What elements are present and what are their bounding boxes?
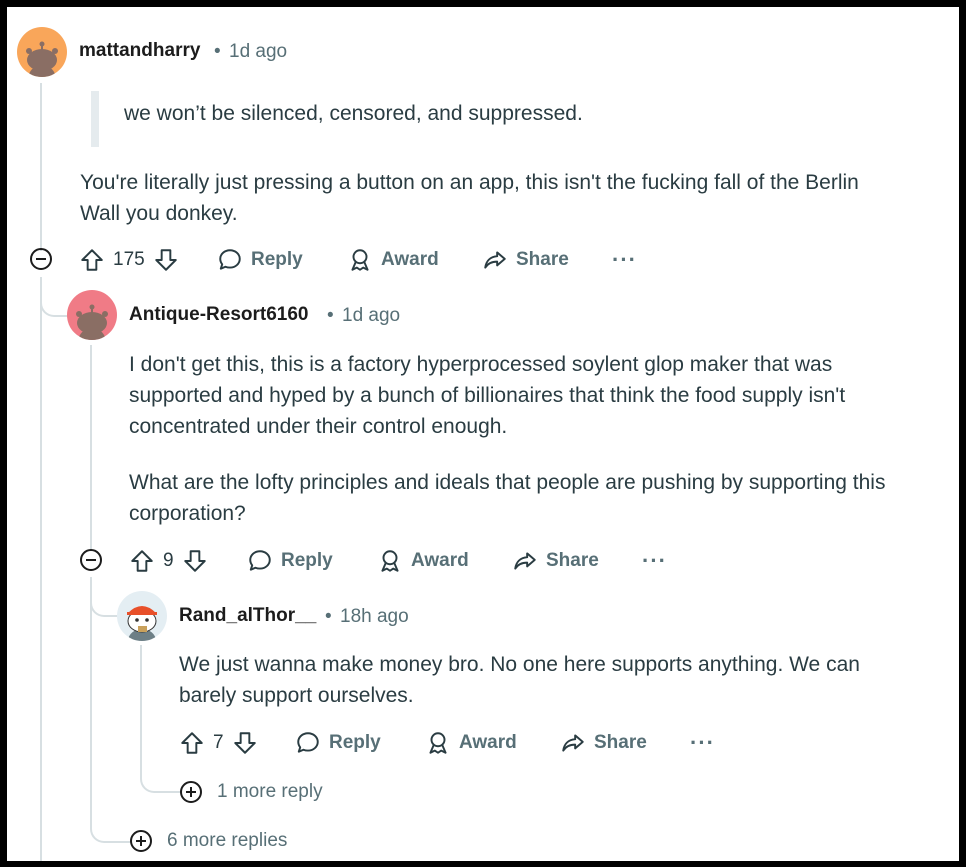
speech-bubble-icon bbox=[219, 249, 241, 270]
vote-group: 7 bbox=[179, 730, 258, 756]
award-button[interactable]: Award bbox=[347, 247, 439, 273]
thread-elbow-more1 bbox=[140, 727, 180, 793]
comment-body-line: I don't get this, this is a factory hype… bbox=[129, 353, 833, 376]
vote-group: 9 bbox=[129, 548, 208, 574]
share-button[interactable]: Share bbox=[482, 247, 569, 273]
award-label: Award bbox=[411, 550, 469, 571]
collapse-icon bbox=[30, 248, 52, 270]
reply-label: Reply bbox=[329, 732, 381, 753]
snoo-avatar-icon bbox=[127, 606, 157, 641]
reply-button[interactable]: Reply bbox=[217, 247, 303, 273]
speech-bubble-icon bbox=[249, 550, 271, 571]
reply-button[interactable]: Reply bbox=[295, 730, 381, 756]
share-label: Share bbox=[546, 550, 599, 571]
share-icon bbox=[514, 552, 536, 570]
upvote-icon[interactable] bbox=[129, 548, 155, 574]
vote-group: 175 bbox=[79, 247, 179, 273]
more-replies-label: 6 more replies bbox=[167, 830, 288, 851]
vote-score: 9 bbox=[163, 550, 174, 571]
collapse-button[interactable] bbox=[79, 548, 103, 577]
share-button[interactable]: Share bbox=[560, 730, 647, 756]
award-icon bbox=[351, 249, 369, 271]
downvote-icon[interactable] bbox=[182, 548, 208, 574]
award-button[interactable]: Award bbox=[377, 548, 469, 574]
blockquote-bar bbox=[91, 91, 99, 147]
thread-line-root[interactable] bbox=[40, 83, 42, 251]
expand-plus-icon bbox=[180, 781, 202, 803]
more-options-button[interactable]: ··· bbox=[642, 548, 667, 574]
award-button[interactable]: Award bbox=[425, 730, 517, 756]
thread-line-root-lower[interactable] bbox=[40, 277, 42, 861]
comment-author[interactable]: mattandharry bbox=[79, 40, 200, 62]
share-label: Share bbox=[594, 732, 647, 753]
reply-label: Reply bbox=[251, 249, 303, 270]
award-label: Award bbox=[381, 249, 439, 270]
avatar[interactable] bbox=[17, 27, 67, 77]
collapse-icon bbox=[80, 549, 102, 571]
more-replies-label: 1 more reply bbox=[217, 781, 323, 802]
reply-label: Reply bbox=[281, 550, 333, 571]
thread-elbow-reply1 bbox=[40, 277, 70, 317]
comment-author[interactable]: Antique-Resort6160 bbox=[129, 304, 309, 326]
thread-line-reply1[interactable] bbox=[90, 345, 92, 551]
more-replies-nested-link[interactable]: 1 more reply bbox=[179, 780, 323, 804]
comment-body-line: concentrated under their control enough. bbox=[129, 415, 508, 438]
award-icon bbox=[381, 550, 399, 572]
vote-score: 175 bbox=[113, 249, 145, 270]
blockquote-text: we won’t be silenced, censored, and supp… bbox=[124, 102, 583, 125]
share-button[interactable]: Share bbox=[512, 548, 599, 574]
meta-separator: • bbox=[214, 41, 221, 62]
avatar[interactable] bbox=[117, 591, 167, 641]
comment-body-line: corporation? bbox=[129, 502, 246, 525]
comment-body-line: We just wanna make money bro. No one her… bbox=[179, 653, 860, 676]
comment-body-line: supported and hyped by a bunch of billio… bbox=[129, 384, 846, 407]
share-icon bbox=[484, 251, 506, 269]
avatar[interactable] bbox=[67, 290, 117, 340]
comment-body-line: Wall you donkey. bbox=[80, 202, 238, 225]
thread-elbow-reply2 bbox=[90, 577, 118, 617]
comment-body-line: You're literally just pressing a button … bbox=[80, 171, 859, 194]
reply-button[interactable]: Reply bbox=[247, 548, 333, 574]
comment-thread: mattandharry • 1d ago we won’t be silenc… bbox=[0, 0, 966, 867]
award-label: Award bbox=[459, 732, 517, 753]
collapse-button[interactable] bbox=[29, 247, 53, 276]
share-label: Share bbox=[516, 249, 569, 270]
more-options-button[interactable]: ··· bbox=[612, 247, 637, 273]
downvote-icon[interactable] bbox=[232, 730, 258, 756]
snoo-avatar-icon bbox=[26, 41, 58, 77]
meta-separator: • bbox=[327, 305, 334, 326]
comment-timestamp[interactable]: 1d ago bbox=[229, 41, 287, 63]
comment-body-line: barely support ourselves. bbox=[179, 684, 414, 707]
snoo-avatar-icon bbox=[76, 304, 108, 340]
award-icon bbox=[429, 732, 447, 754]
comment-timestamp[interactable]: 1d ago bbox=[342, 305, 400, 327]
more-replies-link[interactable]: 6 more replies bbox=[129, 829, 287, 853]
vote-score: 7 bbox=[213, 732, 224, 753]
comment-author[interactable]: Rand_alThor__ bbox=[179, 605, 316, 627]
comment-timestamp[interactable]: 18h ago bbox=[340, 606, 409, 628]
upvote-icon[interactable] bbox=[79, 247, 105, 273]
meta-separator: • bbox=[325, 606, 332, 627]
share-icon bbox=[562, 734, 584, 752]
downvote-icon[interactable] bbox=[153, 247, 179, 273]
speech-bubble-icon bbox=[297, 732, 319, 753]
comment-body-line: What are the lofty principles and ideals… bbox=[129, 471, 886, 494]
upvote-icon[interactable] bbox=[179, 730, 205, 756]
more-options-button[interactable]: ··· bbox=[690, 730, 715, 756]
expand-plus-icon bbox=[130, 830, 152, 852]
